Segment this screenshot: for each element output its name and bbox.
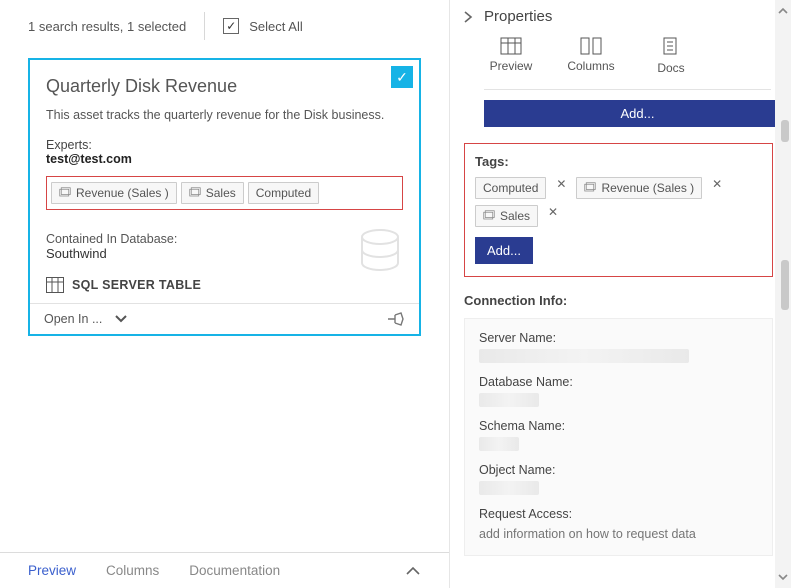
detail-tabs-bar: Preview Columns Documentation <box>0 552 449 588</box>
results-pane: 1 search results, 1 selected ✓ Select Al… <box>0 0 450 588</box>
schema-name-value-redacted <box>479 437 519 451</box>
connection-info-title: Connection Info: <box>464 293 773 308</box>
contained-in-block: Contained In Database: Southwind <box>46 232 403 261</box>
scroll-up-arrow-icon[interactable] <box>775 0 791 22</box>
object-name-value-redacted <box>479 481 539 495</box>
connection-info-section: Connection Info: Server Name: Database N… <box>450 293 791 556</box>
tags-section: Tags: Computed ✕ Revenue (Sales ) ✕ Sale… <box>464 143 773 277</box>
tag-chip-label: Revenue (Sales ) <box>76 186 169 200</box>
experts-value: test@test.com <box>46 152 403 166</box>
database-name-label: Database Name: <box>479 375 758 389</box>
checkbox-icon: ✓ <box>223 18 239 34</box>
tag-icon <box>483 210 495 222</box>
tag-chip-label: Sales <box>206 186 236 200</box>
tag-chip[interactable]: Computed <box>475 177 546 199</box>
tag-chip-label: Computed <box>256 186 311 200</box>
asset-description: This asset tracks the quarterly revenue … <box>46 107 403 124</box>
tag-icon <box>59 187 71 199</box>
preview-tab-icon <box>500 37 522 55</box>
tags-section-label: Tags: <box>475 154 762 169</box>
tag-chip-label: Revenue (Sales ) <box>601 181 694 195</box>
server-name-value-redacted <box>479 349 689 363</box>
source-type-label: SQL SERVER TABLE <box>72 278 201 292</box>
scrollbar-thumb[interactable] <box>781 260 789 310</box>
open-in-button[interactable]: Open In ... <box>44 312 128 326</box>
select-all-label: Select All <box>249 19 302 34</box>
chevron-up-icon[interactable] <box>405 565 421 577</box>
pin-icon[interactable] <box>387 312 405 326</box>
tab-columns[interactable]: Columns <box>106 563 159 578</box>
tag-chip[interactable]: Revenue (Sales ) <box>51 182 177 204</box>
add-tag-button[interactable]: Add... <box>475 237 533 264</box>
chevron-down-icon <box>114 314 128 324</box>
divider <box>484 89 771 90</box>
tag-icon <box>584 182 596 194</box>
properties-title: Properties <box>484 8 552 25</box>
tag-chip-label: Sales <box>500 209 530 223</box>
remove-tag-button[interactable]: ✕ <box>546 205 560 227</box>
results-count-text: 1 search results, 1 selected <box>28 19 186 34</box>
card-selected-check-icon[interactable]: ✓ <box>391 66 413 88</box>
source-type-row: SQL SERVER TABLE <box>46 275 403 293</box>
props-tab-preview[interactable]: Preview <box>484 37 538 73</box>
props-tab-docs[interactable]: Docs <box>644 37 698 75</box>
object-name-label: Object Name: <box>479 463 758 477</box>
properties-pane: Properties Preview Columns Docs Add... T… <box>450 0 791 588</box>
props-tab-label: Columns <box>567 59 614 73</box>
tag-chip[interactable]: Sales <box>475 205 538 227</box>
properties-tabs: Preview Columns Docs <box>450 29 791 83</box>
tag-chip[interactable]: Sales <box>181 182 244 204</box>
tab-documentation[interactable]: Documentation <box>189 563 280 578</box>
results-header: 1 search results, 1 selected ✓ Select Al… <box>0 0 449 58</box>
contained-label: Contained In Database: <box>46 232 403 246</box>
database-name-value-redacted <box>479 393 539 407</box>
asset-title: Quarterly Disk Revenue <box>46 76 403 97</box>
docs-tab-icon <box>661 37 681 57</box>
divider <box>204 12 205 40</box>
scroll-down-arrow-icon[interactable] <box>775 566 791 588</box>
props-tab-label: Docs <box>657 61 684 75</box>
card-tags-row: Revenue (Sales ) Sales Computed <box>46 176 403 210</box>
table-icon <box>46 277 64 293</box>
experts-label: Experts: <box>46 138 403 152</box>
chevron-right-icon[interactable] <box>462 10 474 24</box>
contained-value: Southwind <box>46 246 403 261</box>
tag-chip[interactable]: Computed <box>248 182 319 204</box>
connection-info-body: Server Name: Database Name: Schema Name:… <box>464 318 773 556</box>
database-icon <box>357 228 403 278</box>
tag-chip[interactable]: Revenue (Sales ) <box>576 177 702 199</box>
card-footer: Open In ... <box>30 303 419 334</box>
tag-chip-label: Computed <box>483 181 538 195</box>
vertical-scrollbar[interactable] <box>775 0 791 588</box>
scrollbar-thumb[interactable] <box>781 120 789 142</box>
asset-card[interactable]: ✓ Quarterly Disk Revenue This asset trac… <box>28 58 421 336</box>
properties-header: Properties <box>450 0 791 29</box>
props-tab-columns[interactable]: Columns <box>564 37 618 73</box>
columns-tab-icon <box>580 37 602 55</box>
select-all-button[interactable]: ✓ Select All <box>223 18 302 34</box>
props-tab-label: Preview <box>490 59 533 73</box>
remove-tag-button[interactable]: ✕ <box>554 177 568 199</box>
schema-name-label: Schema Name: <box>479 419 758 433</box>
request-access-label: Request Access: <box>479 507 758 521</box>
server-name-label: Server Name: <box>479 331 758 345</box>
remove-tag-button[interactable]: ✕ <box>710 177 724 199</box>
open-in-label: Open In ... <box>44 312 102 326</box>
add-property-button[interactable]: Add... <box>484 100 791 127</box>
tag-icon <box>189 187 201 199</box>
tab-preview[interactable]: Preview <box>28 563 76 578</box>
request-access-input[interactable] <box>479 525 758 543</box>
tags-chip-list: Computed ✕ Revenue (Sales ) ✕ Sales ✕ <box>475 177 762 227</box>
